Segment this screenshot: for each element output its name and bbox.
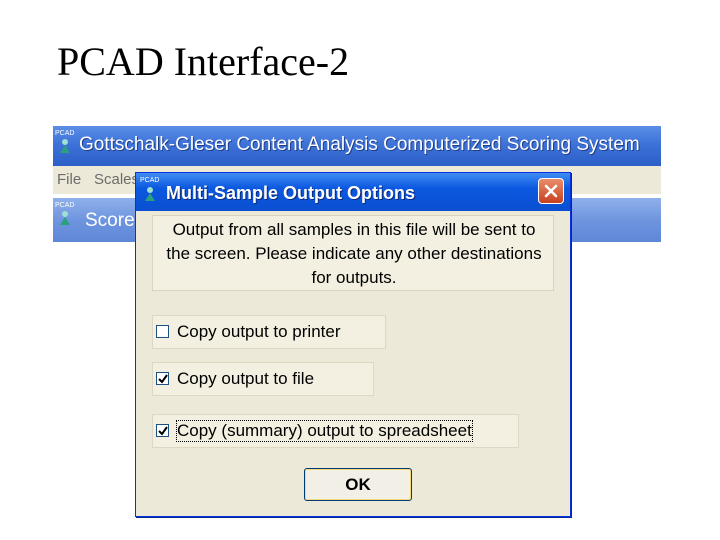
printer-option-label: Copy output to printer: [177, 322, 341, 341]
menu-scales[interactable]: Scales: [94, 171, 139, 188]
app-titlebar[interactable]: PCAD Gottschalk-Gleser Content Analysis …: [53, 126, 661, 166]
close-icon: [544, 184, 558, 198]
slide-title: PCAD Interface-2: [57, 39, 350, 84]
child-window-icon: PCAD: [55, 202, 75, 228]
app-icon: PCAD: [55, 130, 75, 156]
spreadsheet-option-label: Copy (summary) output to spreadsheet: [176, 420, 473, 442]
app-icon-label: PCAD: [55, 130, 75, 137]
ok-button-label: OK: [345, 475, 371, 494]
app-title: Gottschalk-Gleser Content Analysis Compu…: [79, 134, 640, 155]
message-panel: Output from all samples in this file wil…: [152, 215, 554, 291]
message-line: the screen. Please indicate any other de…: [166, 244, 542, 263]
child-window-title: Score: [85, 210, 135, 231]
dialog-icon-label: PCAD: [140, 177, 160, 184]
dialog-icon: PCAD: [140, 177, 160, 205]
spreadsheet-checkbox[interactable]: [156, 424, 169, 437]
message-line: Output from all samples in this file wil…: [172, 220, 536, 239]
option-copy-to-spreadsheet[interactable]: Copy (summary) output to spreadsheet: [152, 414, 519, 448]
message-line: for outputs.: [311, 268, 397, 287]
file-checkbox[interactable]: [156, 372, 169, 385]
child-icon-label: PCAD: [55, 202, 75, 209]
menu-file[interactable]: File: [57, 171, 81, 188]
dialog-title: Multi-Sample Output Options: [166, 183, 415, 203]
option-copy-to-file[interactable]: Copy output to file: [152, 362, 374, 396]
multi-sample-output-dialog: PCAD Multi-Sample Output Options Output …: [135, 172, 571, 517]
ok-button[interactable]: OK: [304, 468, 412, 501]
option-copy-to-printer[interactable]: Copy output to printer: [152, 315, 386, 349]
dialog-titlebar[interactable]: PCAD Multi-Sample Output Options: [136, 173, 570, 211]
message-text: Output from all samples in this file wil…: [153, 218, 555, 290]
file-option-label: Copy output to file: [177, 369, 315, 388]
checkmark-icon: [158, 374, 168, 384]
close-button[interactable]: [538, 178, 564, 204]
printer-checkbox[interactable]: [156, 325, 169, 338]
checkmark-icon: [158, 426, 168, 436]
